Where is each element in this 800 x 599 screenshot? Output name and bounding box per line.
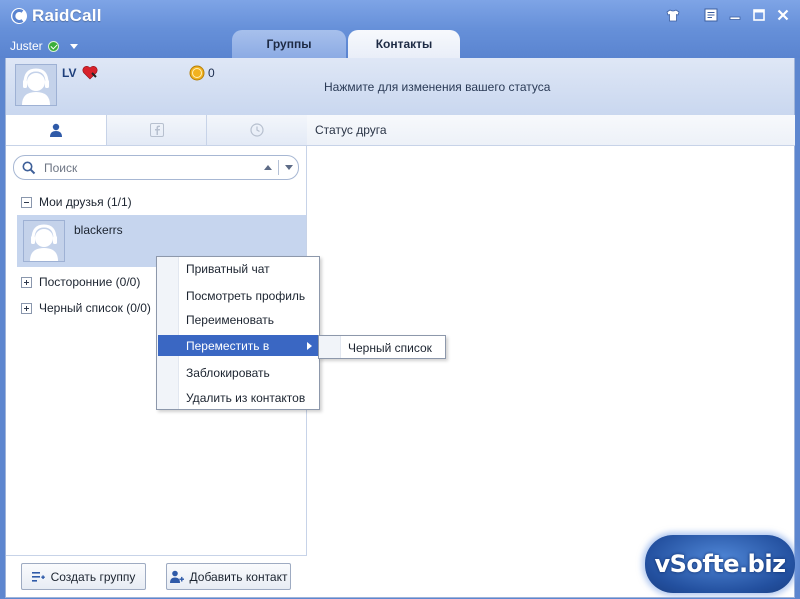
title-bar: RaidCall Juster Группы Контакты [0,0,800,58]
user-status-line[interactable]: Juster [10,39,78,53]
contact-name: blackerrs [74,223,123,237]
add-contact-button[interactable]: Добавить контакт [166,563,291,590]
menu-item-private-chat[interactable]: Приватный чат [158,258,318,279]
contact-view-tabs [6,115,308,146]
person-icon [49,123,62,137]
skin-icon[interactable] [664,6,682,24]
search-options-icon[interactable] [285,165,293,170]
maximize-icon[interactable] [750,6,768,24]
username: Juster [10,39,43,53]
raidcall-logo-icon [11,8,27,24]
search-icon [22,161,36,174]
menu-item-view-profile[interactable]: Посмотреть профиль [158,285,318,306]
search-box [13,155,299,180]
search-input[interactable] [44,160,244,175]
expand-icon[interactable] [21,276,32,288]
menu-item-move-to[interactable]: Переместить в [158,335,318,356]
divider [278,160,279,175]
create-group-label: Создать группу [50,569,136,584]
user-nickname: LV [62,66,77,80]
avatar-placeholder-icon [24,221,64,261]
group-label: Черный список (0/0) [39,301,151,315]
friend-status-header: Статус друга [307,115,795,146]
watermark-text: vSofte.biz [654,550,786,578]
tab-recent[interactable] [207,115,308,145]
group-blacklist[interactable]: Черный список (0/0) [21,301,151,315]
tab-groups[interactable]: Группы [232,30,346,58]
profile-panel: LV 0 Нажмите для изменения вашего статус… [5,58,795,115]
menu-item-rename[interactable]: Переименовать [158,309,318,330]
expand-icon[interactable] [21,302,32,314]
window-controls [664,6,792,24]
status-message-prompt[interactable]: Нажмите для изменения вашего статуса [324,80,550,94]
tab-facebook[interactable] [106,115,208,145]
settings-icon[interactable] [702,6,720,24]
menu-item-delete-contact[interactable]: Удалить из контактов [158,387,318,408]
status-dropdown-icon[interactable] [69,43,78,49]
contact-context-menu: Приватный чат Посмотреть профиль Переиме… [156,256,320,410]
heart-icon[interactable] [82,65,98,80]
clock-icon [250,123,264,137]
group-strangers[interactable]: Посторонние (0/0) [21,275,140,289]
add-user-icon [169,570,184,583]
contact-avatar [23,220,65,262]
contacts-toolbar: Создать группу Добавить контакт [6,555,307,597]
coin-icon [189,65,205,81]
tab-friends[interactable] [6,115,107,145]
main-tabs: Группы Контакты [232,30,462,58]
menu-item-block[interactable]: Заблокировать [158,362,318,383]
group-label: Посторонние (0/0) [39,275,141,289]
collapse-icon[interactable] [21,196,32,208]
sort-up-icon[interactable] [264,165,272,170]
group-my-friends[interactable]: Мои друзья (1/1) [21,195,132,209]
app-logo: RaidCall [10,6,102,26]
online-status-icon [47,40,59,52]
list-add-icon [31,571,45,582]
add-contact-label: Добавить контакт [189,569,288,584]
search-controls [264,160,293,175]
app-title: RaidCall [32,6,102,25]
group-label: Мои друзья (1/1) [39,195,132,209]
move-to-submenu: Черный список [318,335,446,359]
close-icon[interactable] [774,6,792,24]
create-group-button[interactable]: Создать группу [21,563,146,590]
tab-contacts[interactable]: Контакты [348,30,460,58]
facebook-icon [149,123,164,137]
watermark-badge: vSofte.biz [645,535,795,593]
coin-count: 0 [208,66,215,80]
user-avatar[interactable] [15,64,57,106]
minimize-icon[interactable] [726,6,744,24]
submenu-item-blacklist[interactable]: Черный список [320,337,444,358]
avatar-placeholder-icon [16,65,56,105]
